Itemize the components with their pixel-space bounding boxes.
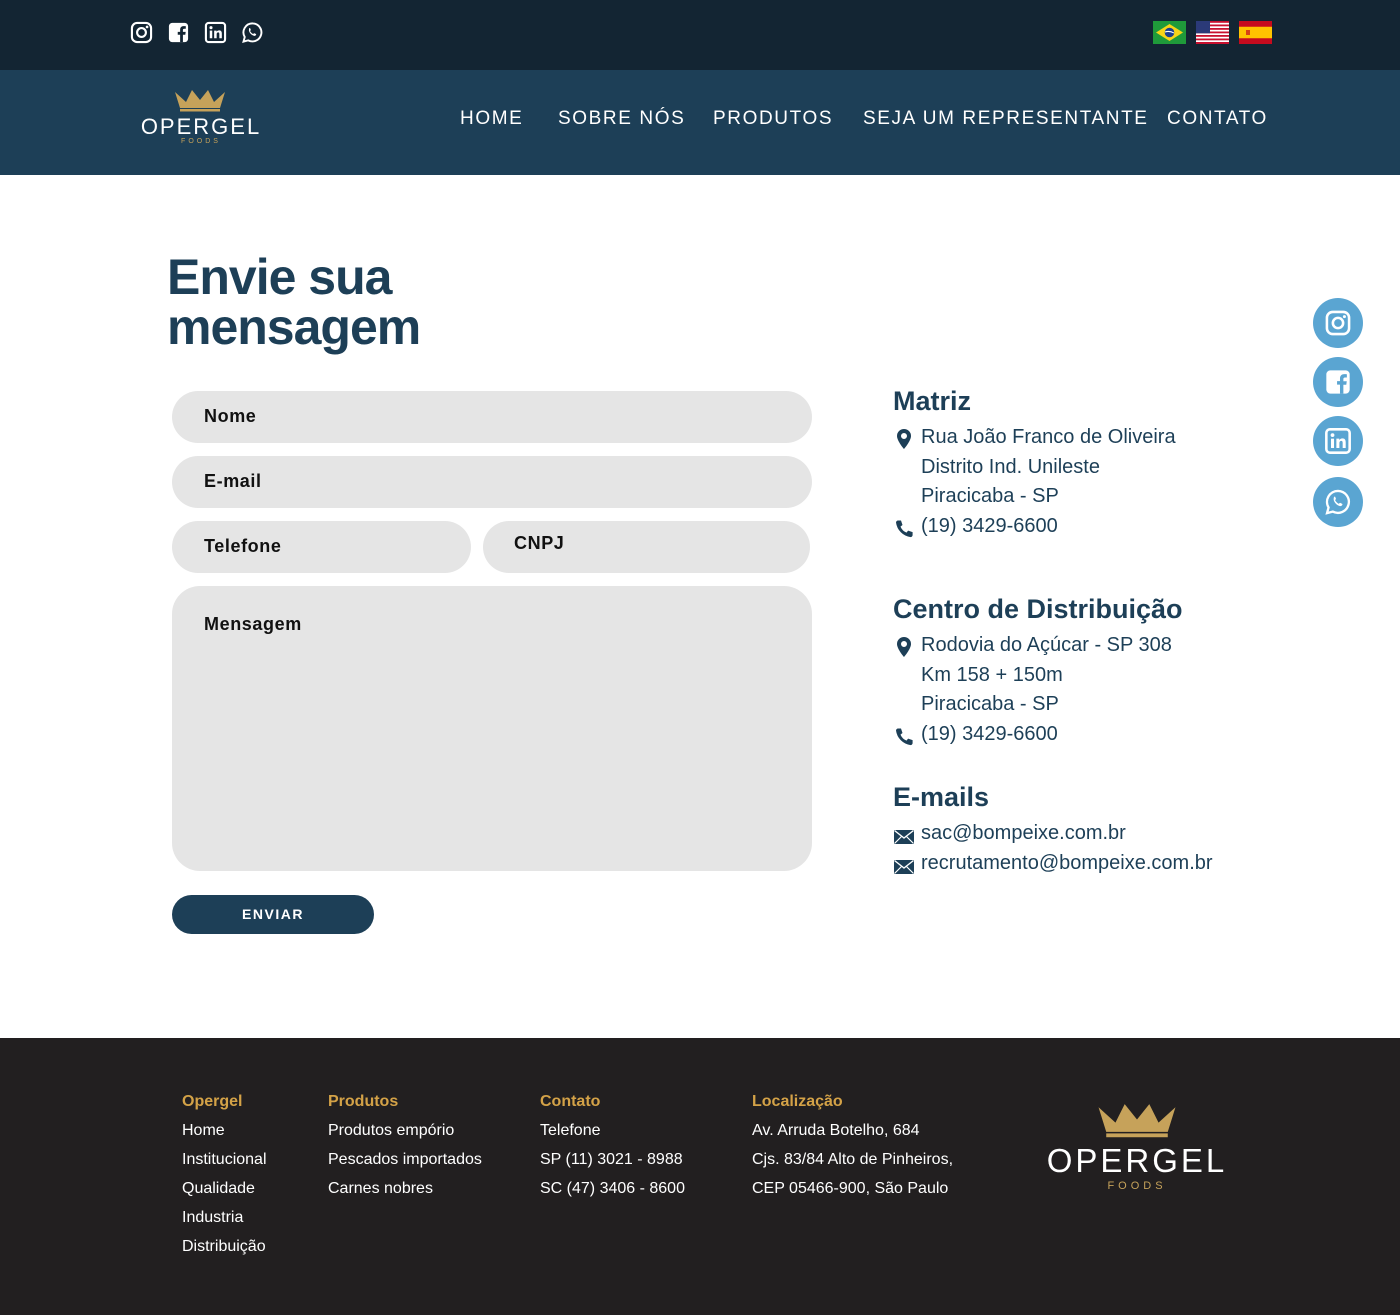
- location-pin-icon: [897, 637, 911, 657]
- footer-link[interactable]: Qualidade: [182, 1179, 267, 1208]
- footer-column-localizacao: Localização Av. Arruda Botelho, 684 Cjs.…: [752, 1092, 953, 1208]
- footer-link[interactable]: Distribuição: [182, 1237, 267, 1266]
- whatsapp-icon[interactable]: [241, 21, 264, 44]
- spain-flag[interactable]: [1239, 21, 1272, 44]
- opergel-logo[interactable]: OPERGEL FOODS: [130, 86, 272, 148]
- facebook-icon[interactable]: [167, 21, 190, 44]
- matriz-phone[interactable]: (19) 3429-6600: [921, 515, 1058, 538]
- envelope-icon: [894, 829, 914, 844]
- matriz-address-line: Piracicaba - SP: [921, 485, 1059, 507]
- submit-button[interactable]: ENVIAR: [172, 895, 374, 934]
- footer-column-heading: Opergel: [182, 1093, 243, 1110]
- phone-icon: [896, 728, 913, 746]
- nav-item-contato[interactable]: CONTATO: [1167, 108, 1268, 130]
- floating-whatsapp-button[interactable]: [1313, 477, 1363, 527]
- linkedin-icon: [1325, 428, 1351, 454]
- footer-address-line: Cjs. 83/84 Alto de Pinheiros,: [752, 1151, 954, 1168]
- logo-tagline: FOODS: [1107, 1180, 1167, 1192]
- top-bar: [0, 0, 1400, 70]
- footer-column-heading: Produtos: [328, 1093, 399, 1110]
- distribution-address-line: Rodovia do Açúcar - SP 308: [921, 634, 1172, 656]
- name-field[interactable]: Nome: [172, 391, 812, 443]
- footer-link[interactable]: Institucional: [182, 1150, 267, 1179]
- footer-link[interactable]: Home: [182, 1121, 267, 1150]
- email-link-sac[interactable]: sac@bompeixe.com.br: [921, 822, 1126, 845]
- logo-wordmark: OPERGEL: [140, 114, 262, 139]
- message-field-label: Mensagem: [204, 614, 302, 634]
- phone-field[interactable]: Telefone: [172, 521, 471, 573]
- whatsapp-icon: [1325, 489, 1350, 515]
- location-pin-icon: [897, 429, 911, 449]
- footer-link[interactable]: Pescados importados: [328, 1150, 482, 1179]
- footer-column-produtos: Produtos Produtos empório Pescados impor…: [328, 1092, 482, 1208]
- footer-column-opergel: Opergel Home Institucional Qualidade Ind…: [182, 1092, 267, 1266]
- envelope-icon: [894, 859, 914, 874]
- nav-item-seja-representante[interactable]: SEJA UM REPRESENTANTE: [863, 108, 1149, 130]
- top-social-links: [130, 21, 264, 44]
- cnpj-field[interactable]: CNPJ: [483, 521, 810, 573]
- email-link-recrutamento[interactable]: recrutamento@bompeixe.com.br: [921, 852, 1213, 875]
- instagram-icon[interactable]: [130, 21, 153, 44]
- emails-heading: E-mails: [893, 782, 990, 812]
- phone-field-label: Telefone: [204, 536, 282, 556]
- usa-flag[interactable]: [1196, 21, 1229, 44]
- logo-tagline: FOODS: [181, 138, 221, 145]
- matriz-address-line: Rua João Franco de Oliveira: [921, 426, 1176, 448]
- language-selector: [1153, 21, 1272, 44]
- email-field[interactable]: E-mail: [172, 456, 812, 508]
- distribution-address-line: Km 158 + 150m: [921, 664, 1063, 686]
- footer-text: Telefone: [540, 1122, 601, 1139]
- footer-phone[interactable]: SC (47) 3406 - 8600: [540, 1179, 685, 1208]
- floating-facebook-button[interactable]: [1313, 357, 1363, 407]
- footer-logo[interactable]: OPERGEL FOODS: [1027, 1098, 1247, 1194]
- footer-address-line: CEP 05466-900, São Paulo: [752, 1180, 949, 1197]
- nav-item-produtos[interactable]: PRODUTOS: [713, 108, 833, 130]
- distribution-address-line: Piracicaba - SP: [921, 693, 1059, 715]
- floating-linkedin-button[interactable]: [1313, 416, 1363, 466]
- floating-instagram-button[interactable]: [1313, 298, 1363, 348]
- footer-column-contato: Contato Telefone SP (11) 3021 - 8988 SC …: [540, 1092, 685, 1208]
- distribution-phone[interactable]: (19) 3429-6600: [921, 723, 1058, 746]
- message-field[interactable]: Mensagem: [172, 586, 812, 871]
- footer-phone[interactable]: SP (11) 3021 - 8988: [540, 1150, 685, 1179]
- email-field-label: E-mail: [204, 471, 262, 491]
- page-title: Envie sua mensagem: [167, 252, 527, 352]
- footer-link[interactable]: Produtos empório: [328, 1121, 482, 1150]
- matriz-heading: Matriz: [893, 386, 972, 416]
- nav-item-home[interactable]: HOME: [460, 108, 523, 130]
- nav-item-sobre-nos[interactable]: SOBRE NÓS: [558, 108, 685, 130]
- page-title-line-2: mensagem: [167, 299, 421, 355]
- distribution-heading: Centro de Distribuição: [893, 594, 1183, 624]
- brazil-flag[interactable]: [1153, 21, 1186, 44]
- name-field-label: Nome: [204, 406, 257, 426]
- footer-link[interactable]: Carnes nobres: [328, 1179, 482, 1208]
- phone-icon: [896, 520, 913, 538]
- footer-link[interactable]: Industria: [182, 1208, 267, 1237]
- instagram-icon: [1325, 310, 1351, 336]
- crown-logo-icon: [1098, 1104, 1176, 1138]
- facebook-icon: [1326, 370, 1350, 394]
- linkedin-icon[interactable]: [204, 21, 227, 44]
- logo-wordmark: OPERGEL: [1046, 1142, 1228, 1179]
- footer-column-heading: Localização: [752, 1093, 843, 1110]
- footer-address-line: Av. Arruda Botelho, 684: [752, 1122, 920, 1139]
- matriz-address-line: Distrito Ind. Unileste: [921, 456, 1100, 478]
- cnpj-field-label: CNPJ: [514, 533, 565, 553]
- footer-column-heading: Contato: [540, 1093, 601, 1110]
- crown-logo-icon: [175, 90, 225, 112]
- page-title-line-1: Envie sua: [167, 249, 392, 305]
